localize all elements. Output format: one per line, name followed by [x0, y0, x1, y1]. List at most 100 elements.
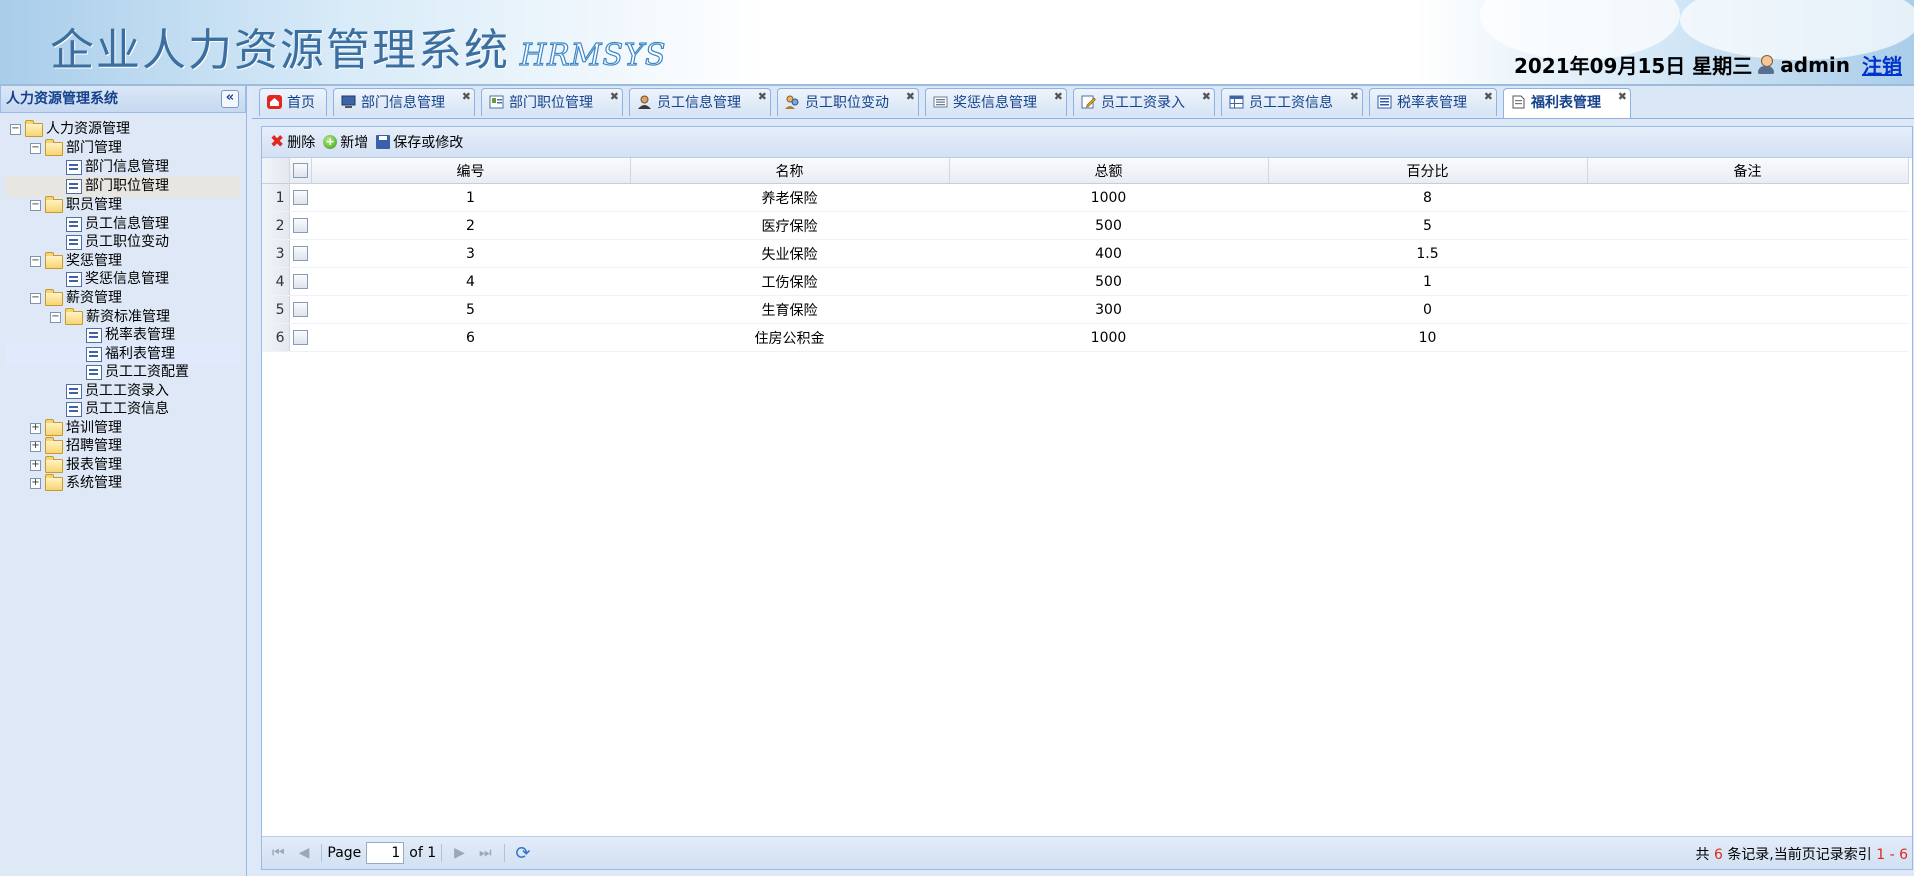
tree-node-tax[interactable]: 税率表管理: [86, 325, 175, 346]
close-icon[interactable]: ✖: [1484, 83, 1493, 111]
column-header-name[interactable]: 名称: [630, 158, 950, 184]
column-header-id[interactable]: 编号: [311, 158, 631, 184]
close-icon[interactable]: ✖: [1618, 83, 1627, 111]
page-number-input[interactable]: [366, 842, 405, 864]
close-icon[interactable]: ✖: [906, 83, 915, 111]
first-page-icon[interactable]: ⏮: [272, 845, 285, 861]
save-button[interactable]: 保存或修改: [376, 132, 463, 152]
close-icon[interactable]: ✖: [462, 83, 471, 111]
row-checkbox[interactable]: [292, 330, 308, 345]
table-row[interactable]: 4 4 工伤保险 500 1: [262, 267, 1908, 296]
tree-node-dept-position[interactable]: 部门职位管理: [6, 176, 240, 197]
collapse-toggle-icon[interactable]: −: [30, 256, 41, 267]
expand-toggle-icon[interactable]: +: [30, 423, 41, 434]
cell-id[interactable]: 3: [311, 239, 630, 268]
cell-note[interactable]: [1587, 239, 1908, 268]
cell-percent[interactable]: 8: [1268, 183, 1587, 212]
cell-name[interactable]: 失业保险: [630, 239, 949, 268]
tree-node-system[interactable]: + 系统管理: [30, 473, 122, 494]
cell-total[interactable]: 400: [949, 239, 1268, 268]
collapse-toggle-icon[interactable]: −: [10, 124, 21, 135]
last-page-icon[interactable]: ⏭: [479, 845, 492, 861]
tree-node-root[interactable]: − 人力资源管理: [10, 119, 130, 140]
expand-toggle-icon[interactable]: +: [30, 441, 41, 452]
expand-toggle-icon[interactable]: +: [30, 478, 41, 489]
table-row[interactable]: 5 5 生育保险 300 0: [262, 295, 1908, 324]
cell-id[interactable]: 2: [311, 211, 630, 240]
tab-tax[interactable]: 税率表管理 ✖: [1369, 88, 1497, 116]
tab-home[interactable]: 首页: [259, 88, 327, 116]
cell-total[interactable]: 1000: [949, 183, 1268, 212]
close-icon[interactable]: ✖: [1202, 83, 1211, 111]
tree-node-emp-move[interactable]: 员工职位变动: [66, 232, 169, 253]
column-header-total[interactable]: 总额: [949, 158, 1269, 184]
tree-node-emp-salary-cfg[interactable]: 员工工资配置: [86, 362, 189, 383]
collapse-toggle-icon[interactable]: −: [30, 143, 41, 154]
cell-note[interactable]: [1587, 323, 1908, 352]
cell-percent[interactable]: 10: [1268, 323, 1587, 352]
tree-node-reward-info[interactable]: 奖惩信息管理: [66, 269, 169, 290]
cell-name[interactable]: 生育保险: [630, 295, 949, 324]
tab-emp-info[interactable]: 员工信息管理 ✖: [629, 88, 771, 116]
delete-button[interactable]: ✖ 删除: [270, 132, 315, 152]
cell-note[interactable]: [1587, 295, 1908, 324]
tree-node-recruit[interactable]: + 招聘管理: [30, 436, 122, 457]
select-all-checkbox[interactable]: [292, 163, 308, 178]
cell-percent[interactable]: 1.5: [1268, 239, 1587, 268]
cell-percent[interactable]: 5: [1268, 211, 1587, 240]
cell-id[interactable]: 5: [311, 295, 630, 324]
table-row[interactable]: 6 6 住房公积金 1000 10: [262, 323, 1908, 352]
tab-emp-move[interactable]: 员工职位变动 ✖: [777, 88, 919, 116]
tab-emp-salary-input[interactable]: 员工工资录入 ✖: [1073, 88, 1215, 116]
tab-reward-info[interactable]: 奖惩信息管理 ✖: [925, 88, 1067, 116]
table-row[interactable]: 3 3 失业保险 400 1.5: [262, 239, 1908, 268]
cell-name[interactable]: 工伤保险: [630, 267, 949, 296]
add-button[interactable]: + 新增: [323, 132, 368, 152]
cell-name[interactable]: 养老保险: [630, 183, 949, 212]
tree-node-emp-salary-info[interactable]: 员工工资信息: [66, 399, 169, 420]
row-checkbox[interactable]: [292, 274, 308, 289]
table-row[interactable]: 2 2 医疗保险 500 5: [262, 211, 1908, 240]
close-icon[interactable]: ✖: [610, 83, 619, 111]
cell-name[interactable]: 住房公积金: [630, 323, 949, 352]
cell-total[interactable]: 500: [949, 211, 1268, 240]
cell-name[interactable]: 医疗保险: [630, 211, 949, 240]
cell-id[interactable]: 4: [311, 267, 630, 296]
cell-note[interactable]: [1587, 183, 1908, 212]
cell-note[interactable]: [1587, 211, 1908, 240]
next-page-icon[interactable]: ▶: [454, 845, 465, 861]
tab-welfare[interactable]: 福利表管理 ✖: [1503, 88, 1631, 118]
tree-node-staff[interactable]: − 职员管理: [30, 195, 122, 216]
cell-percent[interactable]: 0: [1268, 295, 1587, 324]
close-icon[interactable]: ✖: [1054, 83, 1063, 111]
close-icon[interactable]: ✖: [1350, 83, 1359, 111]
tab-dept-info[interactable]: 部门信息管理 ✖: [333, 88, 475, 116]
refresh-icon[interactable]: ⟳: [516, 843, 531, 864]
collapse-toggle-icon[interactable]: −: [50, 312, 61, 323]
cell-note[interactable]: [1587, 267, 1908, 296]
column-header-note[interactable]: 备注: [1587, 158, 1909, 184]
cell-percent[interactable]: 1: [1268, 267, 1587, 296]
collapse-toggle-icon[interactable]: −: [30, 200, 41, 211]
column-header-percent[interactable]: 百分比: [1268, 158, 1588, 184]
collapse-panel-button[interactable]: «: [221, 90, 239, 108]
close-icon[interactable]: ✖: [758, 83, 767, 111]
cell-total[interactable]: 300: [949, 295, 1268, 324]
row-checkbox[interactable]: [292, 246, 308, 261]
cell-id[interactable]: 6: [311, 323, 630, 352]
cell-id[interactable]: 1: [311, 183, 630, 212]
tab-dept-position[interactable]: 部门职位管理 ✖: [481, 88, 623, 116]
row-checkbox[interactable]: [292, 190, 308, 205]
row-checkbox[interactable]: [292, 218, 308, 233]
logout-link[interactable]: 注销: [1862, 50, 1902, 79]
row-checkbox[interactable]: [292, 302, 308, 317]
tree-node-dept[interactable]: − 部门管理: [30, 138, 122, 159]
prev-page-icon[interactable]: ◀: [299, 845, 310, 861]
tree-node-dept-info[interactable]: 部门信息管理: [66, 157, 169, 178]
tree-node-salary[interactable]: − 薪资管理: [30, 288, 122, 309]
collapse-toggle-icon[interactable]: −: [30, 293, 41, 304]
cell-total[interactable]: 1000: [949, 323, 1268, 352]
expand-toggle-icon[interactable]: +: [30, 460, 41, 471]
cell-total[interactable]: 500: [949, 267, 1268, 296]
tab-emp-salary-info[interactable]: 员工工资信息 ✖: [1221, 88, 1363, 116]
